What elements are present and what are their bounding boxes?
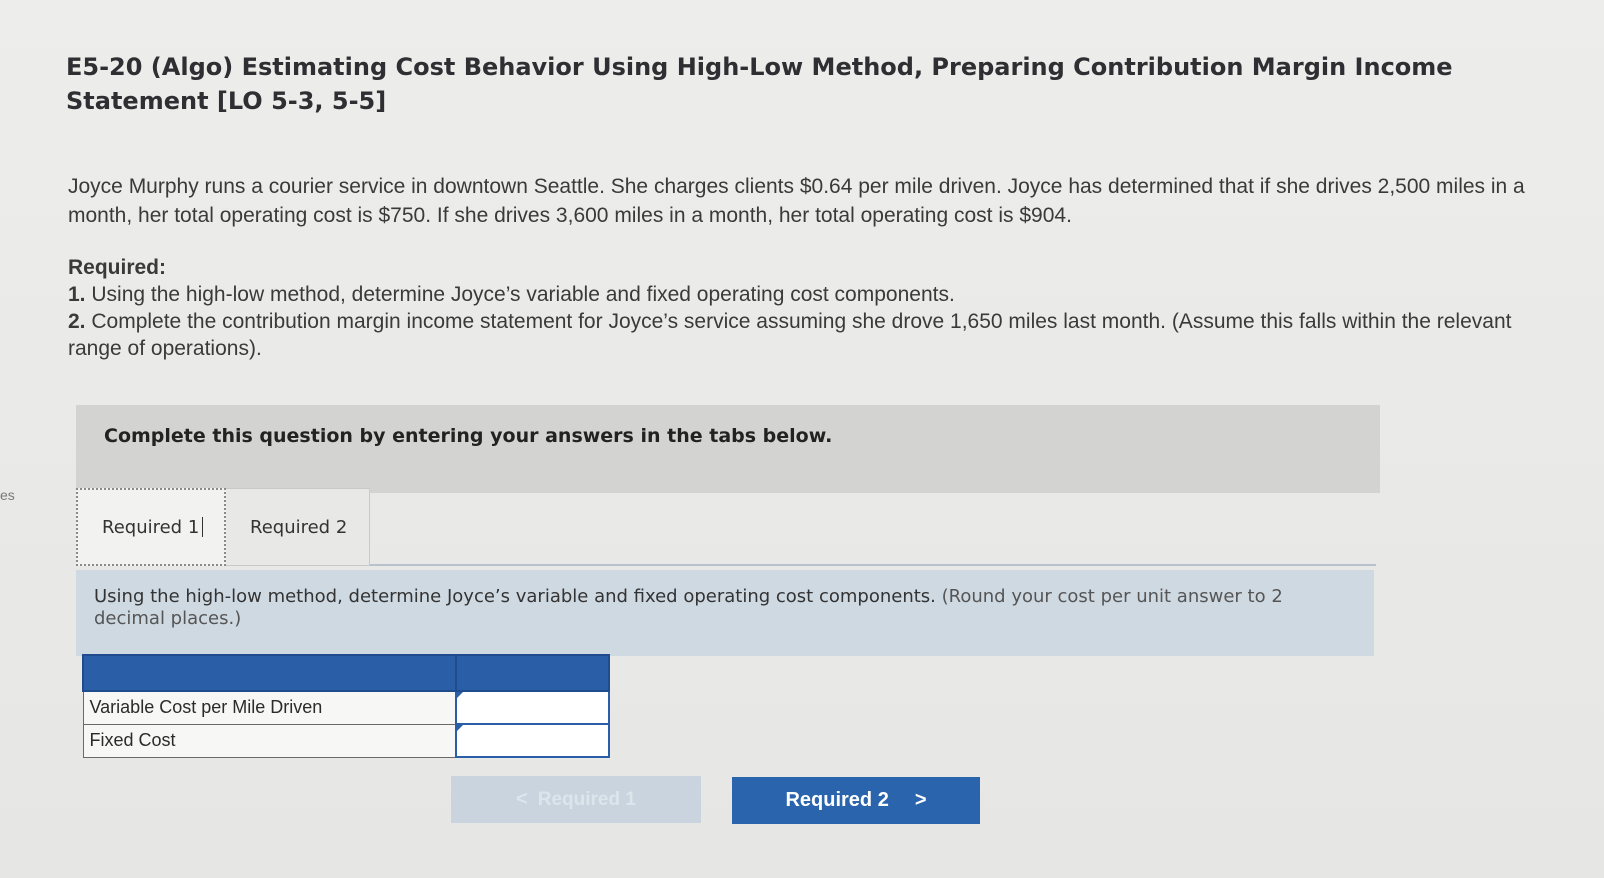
tab-label: Required 2 (250, 516, 348, 538)
page-title: E5-20 (Algo) Estimating Cost Behavior Us… (66, 53, 1453, 115)
question-prompt: Using the high-low method, determine Joy… (94, 586, 936, 607)
required-item-2: 2. Complete the contribution margin inco… (68, 308, 1528, 362)
required-section: Required: 1. Using the high-low method, … (68, 254, 1528, 362)
table-row: Fixed Cost (82, 723, 610, 758)
variable-cost-input[interactable] (457, 693, 608, 722)
required-item-text: Using the high-low method, determine Joy… (91, 283, 955, 306)
tab-required-2[interactable]: Required 2 (226, 488, 370, 566)
tab-label: Required 1 (102, 516, 200, 538)
chevron-right-icon: > (914, 789, 927, 811)
previous-button-label: Required 1 (537, 788, 636, 810)
question-panel: Using the high-low method, determine Joy… (76, 570, 1374, 656)
fixed-cost-input[interactable] (457, 726, 608, 755)
text-cursor (202, 517, 204, 537)
required-item-1: 1. Using the high-low method, determine … (68, 281, 1528, 308)
row-label: Variable Cost per Mile Driven (82, 690, 457, 725)
previous-button[interactable]: < Required 1 (451, 776, 701, 823)
instruction-text: Complete this question by entering your … (104, 425, 833, 447)
instruction-banner: Complete this question by entering your … (76, 405, 1380, 493)
question-text: Using the high-low method, determine Joy… (94, 586, 1314, 630)
required-heading: Required: (68, 256, 167, 279)
page: es E5-20 (Algo) Estimating Cost Behavior… (0, 0, 1604, 878)
required-item-text: Complete the contribution margin income … (68, 310, 1512, 360)
edge-text: es (0, 487, 15, 503)
tab-bar: Required 1 Required 2 (76, 488, 1376, 566)
variable-cost-cell (455, 690, 610, 725)
table-header-value (455, 654, 610, 692)
answer-table: Variable Cost per Mile Driven Fixed Cost (81, 654, 610, 758)
fixed-cost-cell (455, 723, 610, 758)
required-item-number: 1. (68, 283, 86, 306)
tab-required-1[interactable]: Required 1 (76, 488, 226, 566)
table-header-label (81, 654, 458, 692)
row-label: Fixed Cost (82, 723, 457, 758)
problem-intro: Joyce Murphy runs a courier service in d… (68, 175, 1525, 227)
chevron-left-icon: < (516, 788, 528, 810)
next-button-label: Required 2 (785, 789, 889, 811)
table-row: Variable Cost per Mile Driven (82, 690, 610, 725)
required-item-number: 2. (68, 310, 86, 333)
next-button[interactable]: Required 2 > (732, 777, 980, 824)
table-header-row (81, 654, 610, 692)
